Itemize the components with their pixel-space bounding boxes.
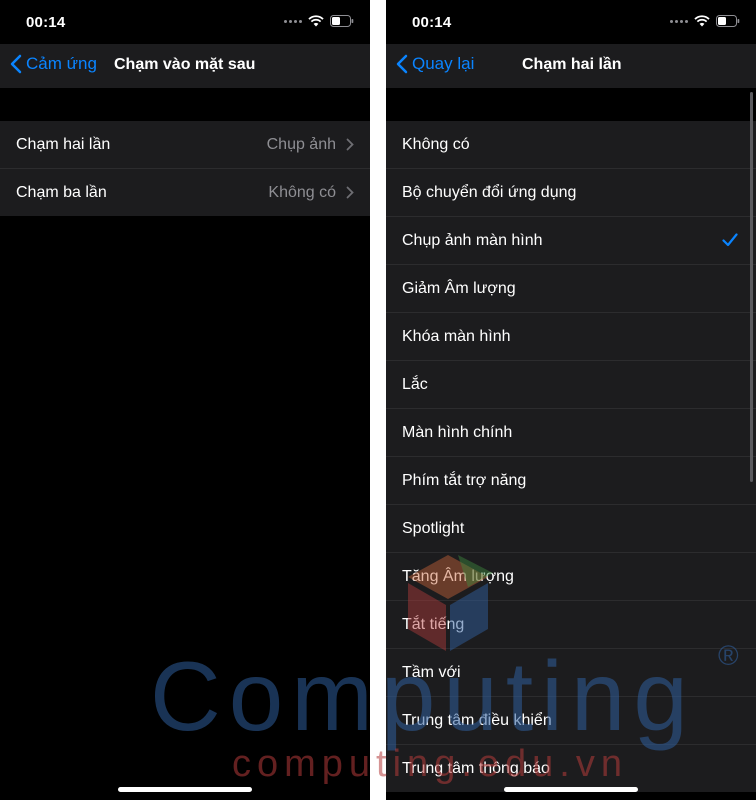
page-title: Chạm hai lần	[522, 56, 622, 73]
row-label: Chạm ba lần	[16, 183, 107, 201]
option-label: Phím tắt trợ năng	[402, 471, 527, 489]
home-indicator[interactable]	[504, 787, 638, 792]
home-indicator[interactable]	[118, 787, 252, 792]
option-row[interactable]: Spotlight	[386, 505, 756, 553]
settings-group: Chạm hai lần Chụp ảnh Chạm ba lần Không …	[0, 121, 370, 216]
option-row[interactable]: Chụp ảnh màn hình	[386, 217, 756, 265]
status-bar: 00:14	[0, 0, 370, 44]
option-row[interactable]: Màn hình chính	[386, 409, 756, 457]
chevron-left-icon	[396, 54, 408, 74]
nav-bar: Quay lại Chạm hai lần	[386, 44, 756, 88]
option-row[interactable]: Tắt tiếng	[386, 601, 756, 649]
option-row[interactable]: Giảm Âm lượng	[386, 265, 756, 313]
chevron-right-icon	[346, 138, 354, 151]
battery-icon	[716, 15, 740, 27]
back-button[interactable]: Cảm ứng	[10, 54, 97, 74]
signal-dots-icon	[670, 19, 688, 23]
signal-dots-icon	[284, 19, 302, 23]
row-label: Chạm hai lần	[16, 135, 111, 153]
checkmark-icon	[722, 233, 738, 247]
status-time: 00:14	[412, 14, 452, 31]
row-triple-tap[interactable]: Chạm ba lần Không có	[0, 169, 370, 216]
battery-icon	[330, 15, 354, 27]
back-button-label: Quay lại	[412, 54, 475, 73]
option-label: Tăng Âm lượng	[402, 567, 514, 585]
option-label: Tầm với	[402, 663, 461, 681]
back-button-label: Cảm ứng	[26, 54, 97, 73]
status-bar: 00:14	[386, 0, 756, 44]
option-row[interactable]: Tăng Âm lượng	[386, 553, 756, 601]
status-time: 00:14	[26, 14, 66, 31]
option-label: Khóa màn hình	[402, 327, 511, 345]
option-label: Giảm Âm lượng	[402, 279, 516, 297]
page-title: Chạm vào mặt sau	[114, 56, 256, 73]
row-value: Chụp ảnh	[266, 135, 336, 153]
option-row[interactable]: Bộ chuyển đổi ứng dụng	[386, 169, 756, 217]
options-list: Không có Bộ chuyển đổi ứng dụng Chụp ảnh m…	[386, 121, 756, 792]
row-double-tap[interactable]: Chạm hai lần Chụp ảnh	[0, 121, 370, 169]
option-row[interactable]: Không có	[386, 121, 756, 169]
back-button[interactable]: Quay lại	[396, 54, 474, 74]
option-label: Trung tâm thông báo	[402, 759, 550, 777]
left-screen: 00:14 Cảm ứng Chạm vào mặt sau Chạm hai …	[0, 0, 370, 800]
option-label: Tắt tiếng	[402, 615, 465, 633]
option-label: Không có	[402, 135, 470, 153]
option-row[interactable]: Trung tâm thông báo	[386, 745, 756, 792]
option-row[interactable]: Trung tâm điều khiển	[386, 697, 756, 745]
option-row[interactable]: Khóa màn hình	[386, 313, 756, 361]
option-row[interactable]: Phím tắt trợ năng	[386, 457, 756, 505]
option-label: Lắc	[402, 375, 428, 393]
row-value: Không có	[268, 183, 336, 201]
wifi-icon	[694, 15, 710, 27]
chevron-left-icon	[10, 54, 22, 74]
option-label: Chụp ảnh màn hình	[402, 231, 543, 249]
chevron-right-icon	[346, 186, 354, 199]
option-label: Bộ chuyển đổi ứng dụng	[402, 183, 577, 201]
option-label: Trung tâm điều khiển	[402, 711, 552, 729]
right-screen: 00:14 Quay lại Chạm hai lần Không có Bộ c…	[386, 0, 756, 800]
wifi-icon	[308, 15, 324, 27]
nav-bar: Cảm ứng Chạm vào mặt sau	[0, 44, 370, 88]
option-row[interactable]: Tầm với	[386, 649, 756, 697]
option-label: Màn hình chính	[402, 423, 513, 441]
option-label: Spotlight	[402, 519, 465, 537]
option-row[interactable]: Lắc	[386, 361, 756, 409]
scrollbar[interactable]	[750, 92, 753, 482]
